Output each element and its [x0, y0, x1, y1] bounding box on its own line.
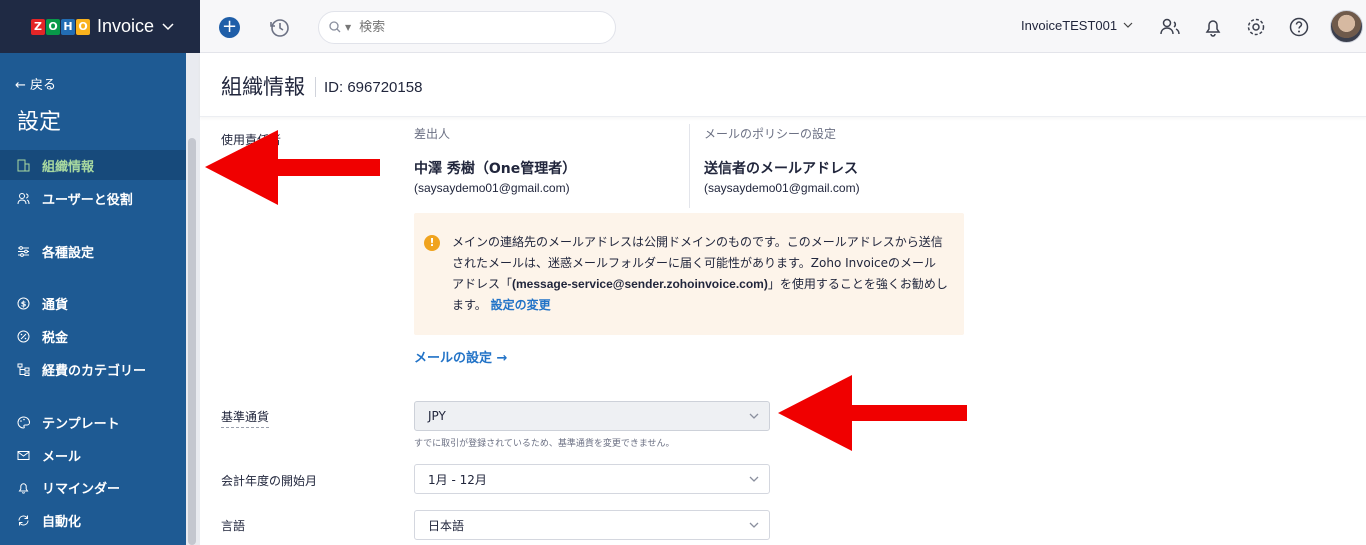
users-icon — [16, 191, 30, 205]
warning-text: メインの連絡先のメールアドレスは公開ドメインのものです。このメールアドレスから送… — [452, 235, 948, 312]
sidebar-item-emails[interactable]: メール — [0, 440, 186, 470]
sidebar-item-reminders[interactable]: リマインダー — [0, 472, 186, 502]
chevron-down-icon — [162, 20, 174, 34]
policy-email: (saysaydemo01@gmail.com) — [704, 181, 860, 195]
policy-name: 送信者のメールアドレス — [704, 161, 858, 177]
search-icon — [329, 18, 341, 37]
svg-text:$: $ — [20, 299, 26, 308]
percent-icon — [16, 329, 30, 343]
policy-label: メールのポリシーの設定 — [704, 127, 837, 141]
zoho-logo: ZOHO — [31, 18, 91, 35]
brand-switcher[interactable]: ZOHO Invoice — [0, 0, 200, 53]
search-filter-caret-icon[interactable]: ▼ — [345, 23, 351, 32]
page-title: 組織情報 — [221, 75, 305, 99]
sidebar-title: 設定 — [17, 110, 62, 135]
sidebar-item-automation[interactable]: 自動化 — [0, 505, 186, 535]
mail-settings-link[interactable]: メールの設定 → — [414, 347, 507, 366]
currency-icon: $ — [16, 296, 30, 310]
chevron-down-icon — [749, 410, 759, 420]
avatar[interactable] — [1330, 10, 1363, 43]
tree-icon — [16, 362, 30, 376]
sidebar-item-users-roles[interactable]: ユーザーと役割 — [0, 183, 186, 213]
sidebar-item-expense-categories[interactable]: 経費のカテゴリー — [0, 354, 186, 384]
sidebar-scrollbar-thumb[interactable] — [188, 138, 196, 545]
language-select[interactable]: 日本語 — [414, 510, 770, 540]
search-box[interactable]: ▼ — [318, 11, 616, 44]
search-input[interactable] — [359, 20, 560, 35]
base-currency-hint: すでに取引が登録されているため、基準通貨を変更できません。 — [414, 439, 675, 449]
fiscal-year-select[interactable]: 1月 - 12月 — [414, 464, 770, 494]
chevron-down-icon — [749, 519, 759, 529]
base-currency-label: 基準通貨 — [221, 408, 270, 428]
building-icon — [16, 158, 30, 172]
sender-email: (saysaydemo01@gmail.com) — [414, 181, 570, 195]
quick-create-plus-icon[interactable]: + — [219, 17, 240, 38]
bell-icon — [16, 480, 30, 494]
org-id: ID: 696720158 — [324, 79, 423, 96]
org-switcher[interactable]: InvoiceTEST001 — [1021, 18, 1133, 33]
change-settings-link[interactable]: 設定の変更 — [491, 298, 551, 312]
annotation-arrow-left-icon — [205, 130, 380, 205]
bell-icon[interactable] — [1202, 16, 1224, 38]
warning-icon: ! — [424, 235, 440, 251]
app-name: Invoice — [97, 16, 155, 36]
title-divider — [315, 77, 316, 97]
sidebar-item-templates[interactable]: テンプレート — [0, 407, 186, 437]
back-link[interactable]: ← 戻る — [15, 74, 56, 93]
refresh-icon — [16, 513, 30, 527]
column-divider — [689, 124, 690, 208]
chevron-down-icon — [749, 473, 759, 483]
history-icon[interactable] — [268, 16, 292, 40]
sender-label: 差出人 — [414, 127, 451, 141]
chevron-down-icon — [1123, 20, 1133, 31]
language-label: 言語 — [221, 519, 246, 533]
fiscal-year-label: 会計年度の開始月 — [221, 474, 318, 488]
sidebar-item-currencies[interactable]: $ 通貨 — [0, 288, 186, 318]
mail-icon — [16, 448, 30, 462]
base-currency-select[interactable]: JPY — [414, 401, 770, 431]
sidebar-item-preferences[interactable]: 各種設定 — [0, 236, 186, 266]
palette-icon — [16, 415, 30, 429]
sliders-icon — [16, 244, 30, 258]
sidebar-item-org-profile[interactable]: 組織情報 — [0, 150, 186, 180]
help-icon[interactable] — [1288, 16, 1310, 38]
sidebar-item-taxes[interactable]: 税金 — [0, 321, 186, 351]
users-invite-icon[interactable] — [1159, 16, 1181, 38]
gear-icon[interactable] — [1245, 16, 1267, 38]
annotation-arrow-left-icon — [778, 375, 967, 451]
org-name: InvoiceTEST001 — [1021, 18, 1118, 33]
sender-name: 中澤 秀樹（One管理者） — [414, 161, 577, 177]
